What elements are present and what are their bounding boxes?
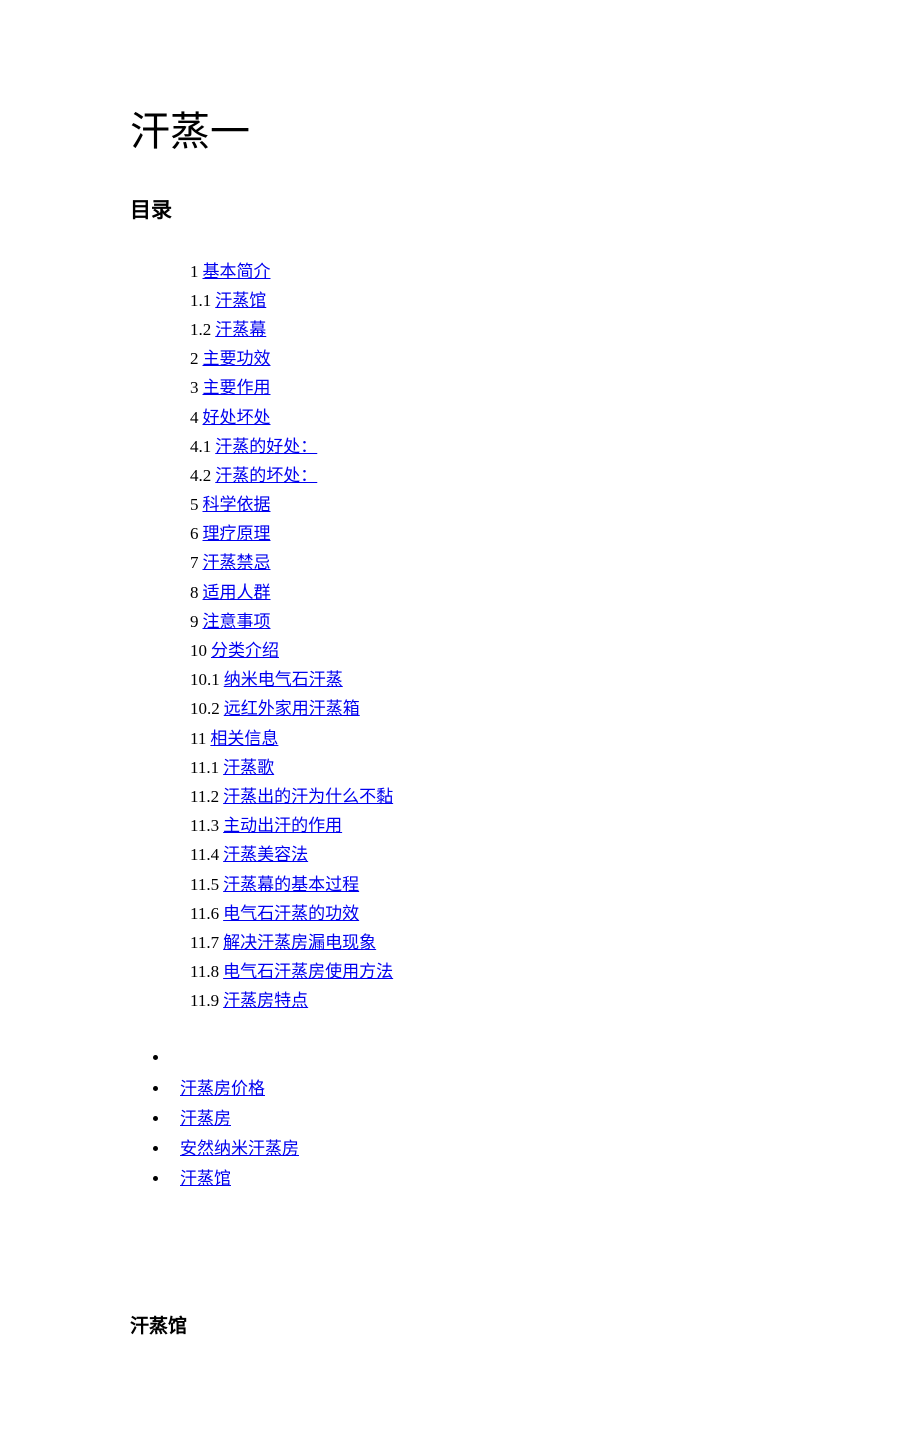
toc-item-number: 10.1 [190,670,220,689]
toc-link[interactable]: 汗蒸的坏处： [215,466,317,485]
toc-link[interactable]: 电气石汗蒸房使用方法 [223,962,393,981]
toc-link[interactable]: 基本简介 [203,262,271,281]
toc-item: 10分类介绍 [190,637,790,664]
toc-item: 11.4汗蒸美容法 [190,841,790,868]
related-link[interactable]: 汗蒸房 [180,1109,231,1128]
toc-item: 4.2汗蒸的坏处： [190,462,790,489]
related-item [170,1044,790,1071]
toc-item: 11.5汗蒸幕的基本过程 [190,871,790,898]
toc-item: 8适用人群 [190,579,790,606]
toc-item-number: 11 [190,729,206,748]
related-links: 汗蒸房价格汗蒸房安然纳米汗蒸房汗蒸馆 [150,1044,790,1192]
toc-link[interactable]: 注意事项 [203,612,271,631]
toc-item-number: 11.4 [190,845,219,864]
toc-item: 9注意事项 [190,608,790,635]
toc-item: 10.1纳米电气石汗蒸 [190,666,790,693]
toc-link[interactable]: 汗蒸馆 [215,291,266,310]
toc-item: 2主要功效 [190,345,790,372]
toc-item-number: 1.1 [190,291,211,310]
toc-item-number: 11.1 [190,758,219,777]
toc-item-number: 2 [190,349,199,368]
toc-item: 10.2远红外家用汗蒸箱 [190,695,790,722]
toc-item-number: 11.7 [190,933,219,952]
related-item: 汗蒸房价格 [170,1075,790,1102]
toc-link[interactable]: 相关信息 [210,729,278,748]
toc-link[interactable]: 分类介绍 [211,641,279,660]
toc-item-number: 9 [190,612,199,631]
toc-link[interactable]: 主动出汗的作用 [223,816,342,835]
toc-item: 1.2汗蒸幕 [190,316,790,343]
toc-item: 11相关信息 [190,725,790,752]
toc-link[interactable]: 主要功效 [203,349,271,368]
toc-link[interactable]: 汗蒸幕 [215,320,266,339]
toc-link[interactable]: 理疗原理 [203,524,271,543]
related-item: 汗蒸房 [170,1105,790,1132]
toc-item: 3主要作用 [190,374,790,401]
toc-item: 11.7解决汗蒸房漏电现象 [190,929,790,956]
toc-link[interactable]: 主要作用 [203,378,271,397]
toc-item-number: 11.5 [190,875,219,894]
toc-item: 11.1汗蒸歌 [190,754,790,781]
toc-link[interactable]: 汗蒸房特点 [223,991,308,1010]
toc-item: 11.6电气石汗蒸的功效 [190,900,790,927]
toc-item: 11.2汗蒸出的汗为什么不黏 [190,783,790,810]
toc-heading: 目录 [130,194,790,228]
toc-item: 4好处坏处 [190,404,790,431]
toc-item: 11.9汗蒸房特点 [190,987,790,1014]
toc-item: 4.1汗蒸的好处： [190,433,790,460]
toc-link[interactable]: 科学依据 [203,495,271,514]
toc-item-number: 1.2 [190,320,211,339]
toc-item-number: 1 [190,262,199,281]
toc-item: 11.8电气石汗蒸房使用方法 [190,958,790,985]
toc-item-number: 11.2 [190,787,219,806]
related-item: 安然纳米汗蒸房 [170,1135,790,1162]
toc-item-number: 7 [190,553,199,572]
toc-link[interactable]: 纳米电气石汗蒸 [224,670,343,689]
toc-link[interactable]: 好处坏处 [203,408,271,427]
toc-item-number: 11.3 [190,816,219,835]
toc-item: 11.3主动出汗的作用 [190,812,790,839]
related-item: 汗蒸馆 [170,1165,790,1192]
toc-link[interactable]: 汗蒸美容法 [223,845,308,864]
toc-item-number: 8 [190,583,199,602]
toc-link[interactable]: 远红外家用汗蒸箱 [224,699,360,718]
toc-link[interactable]: 汗蒸幕的基本过程 [223,875,359,894]
toc-item-number: 4.2 [190,466,211,485]
toc-item: 1基本简介 [190,258,790,285]
toc-item-number: 3 [190,378,199,397]
toc-item: 7汗蒸禁忌 [190,549,790,576]
toc-item: 1.1汗蒸馆 [190,287,790,314]
toc-item-number: 10 [190,641,207,660]
toc-item-number: 11.6 [190,904,219,923]
toc-item: 6理疗原理 [190,520,790,547]
toc-item-number: 11.8 [190,962,219,981]
page-title: 汗蒸一 [130,100,790,164]
toc-item-number: 4.1 [190,437,211,456]
toc-item: 5科学依据 [190,491,790,518]
toc-item-number: 4 [190,408,199,427]
toc-item-number: 11.9 [190,991,219,1010]
toc-item-number: 10.2 [190,699,220,718]
toc-item-number: 5 [190,495,199,514]
section-heading: 汗蒸馆 [130,1312,790,1342]
toc-link[interactable]: 汗蒸的好处： [215,437,317,456]
toc-link[interactable]: 适用人群 [203,583,271,602]
toc-item-number: 6 [190,524,199,543]
table-of-contents: 1基本简介1.1汗蒸馆1.2汗蒸幕2主要功效3主要作用4好处坏处4.1汗蒸的好处… [190,258,790,1015]
related-link[interactable]: 安然纳米汗蒸房 [180,1139,299,1158]
related-link[interactable]: 汗蒸房价格 [180,1079,265,1098]
related-link[interactable]: 汗蒸馆 [180,1169,231,1188]
toc-link[interactable]: 解决汗蒸房漏电现象 [223,933,376,952]
toc-link[interactable]: 汗蒸歌 [223,758,274,777]
toc-link[interactable]: 汗蒸出的汗为什么不黏 [223,787,393,806]
toc-link[interactable]: 电气石汗蒸的功效 [223,904,359,923]
toc-link[interactable]: 汗蒸禁忌 [203,553,271,572]
